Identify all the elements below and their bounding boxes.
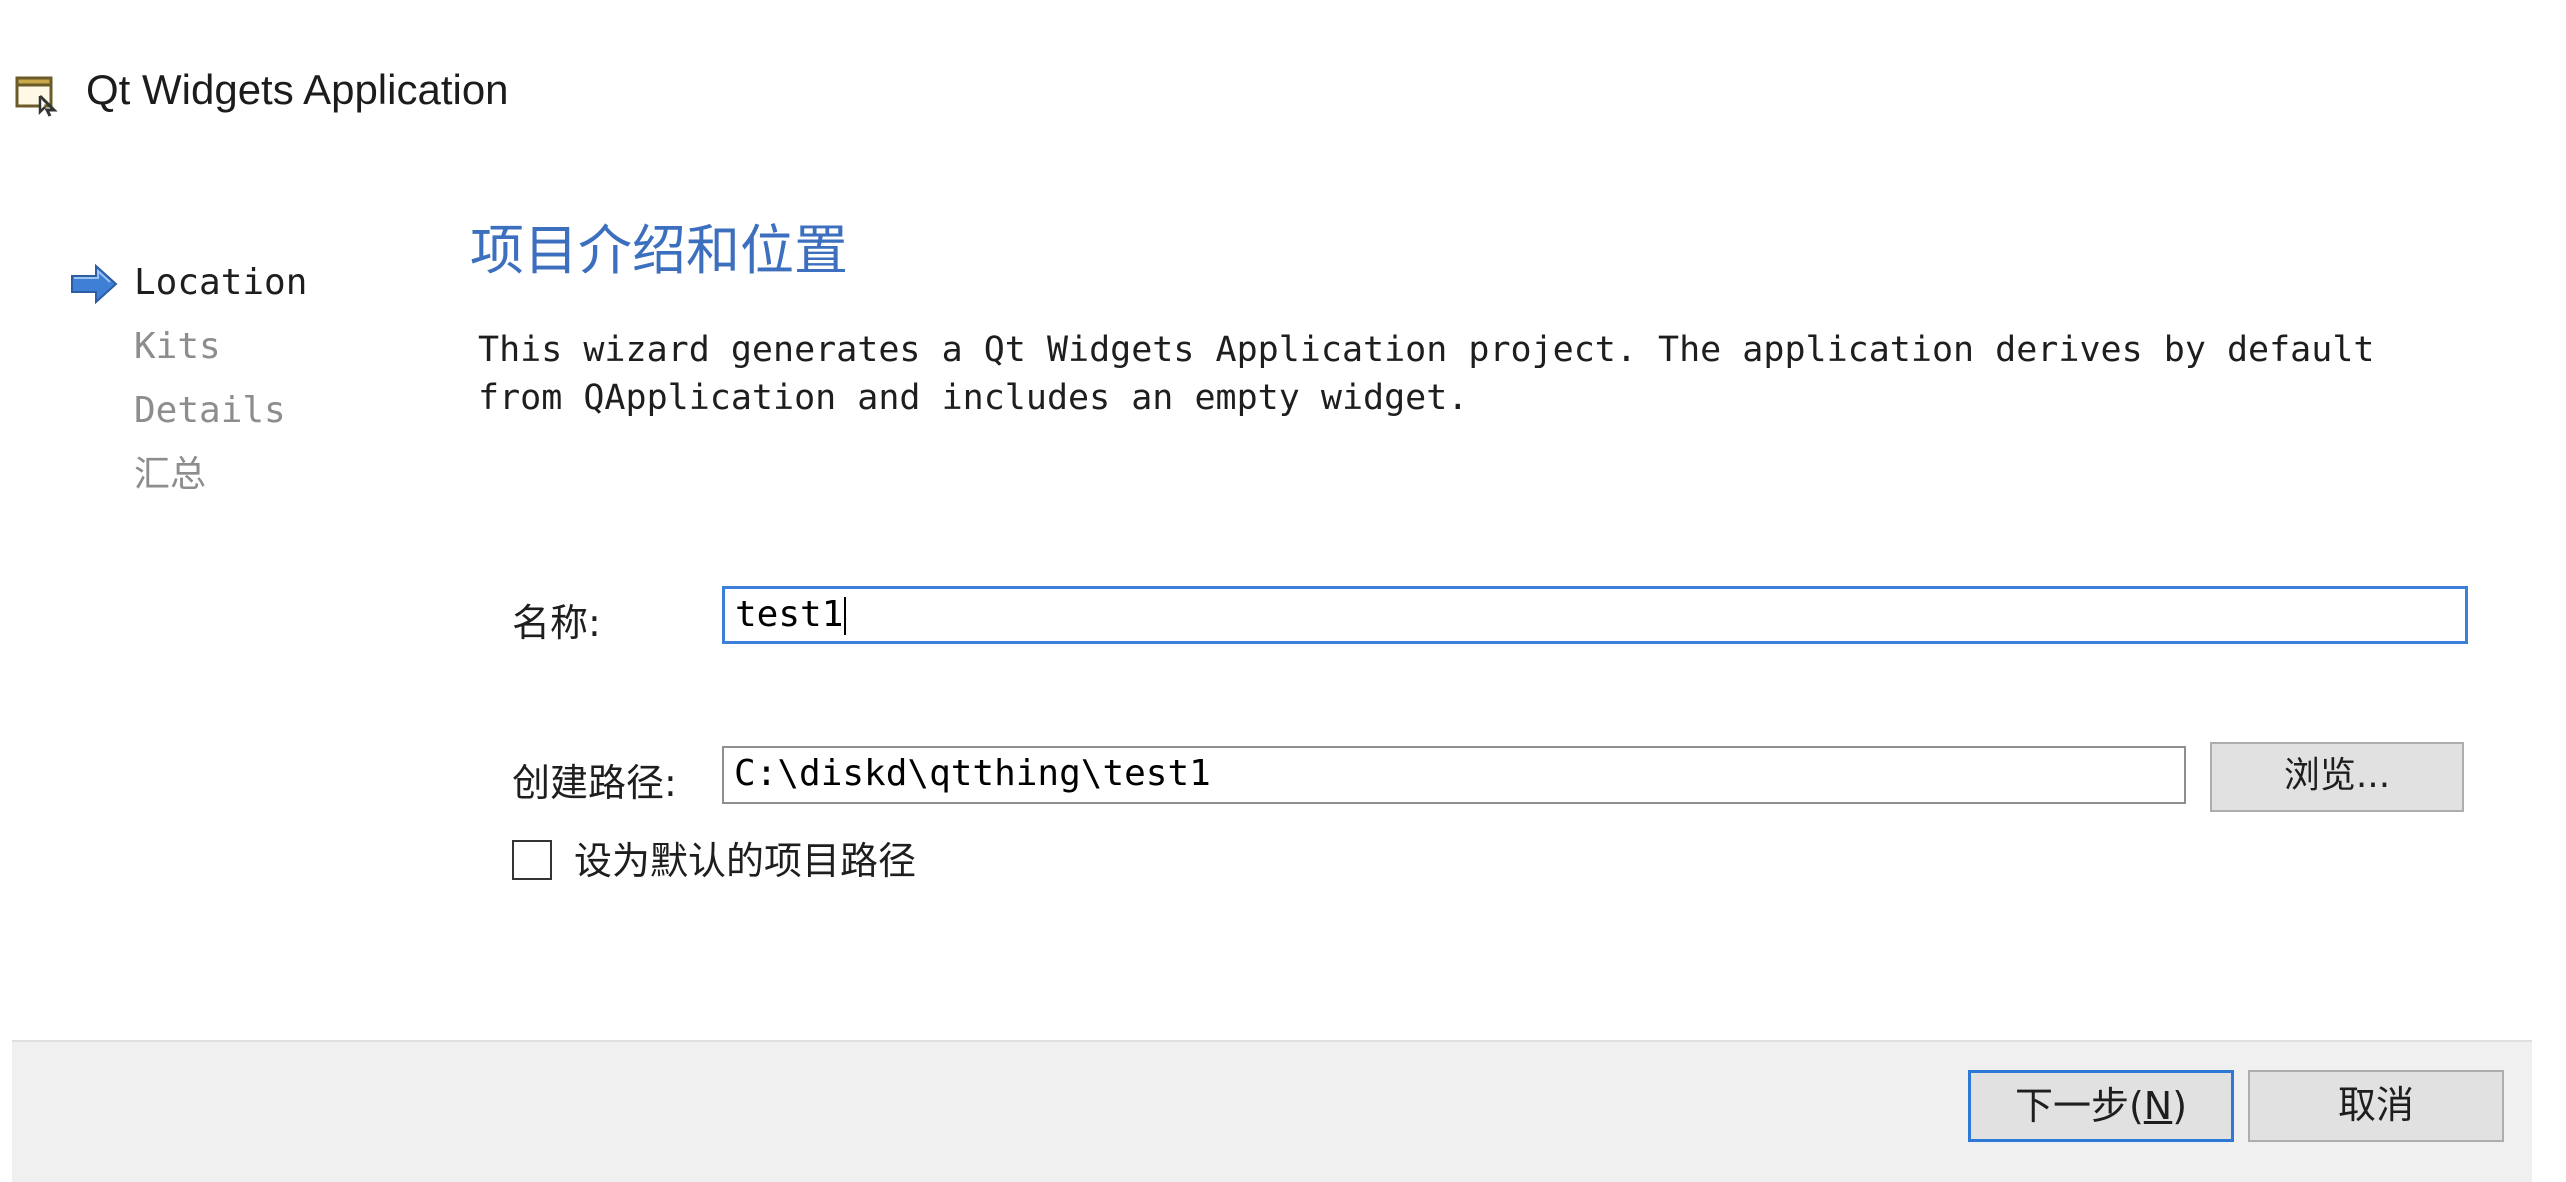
path-input[interactable]: C:\diskd\qtthing\test1 [722, 746, 2186, 804]
description-line: This wizard generates a Qt Widgets Appli… [478, 330, 2375, 370]
wizard-window: Qt Widgets Application Location Kits Det… [0, 0, 2566, 1182]
path-label: 创建路径: [512, 761, 677, 805]
arrow-right-icon [71, 264, 118, 304]
step-label: Kits [134, 326, 221, 367]
step-label: 汇总 [134, 454, 207, 495]
step-kits: Kits [70, 322, 450, 386]
default-path-label[interactable]: 设为默认的项目路径 [574, 836, 916, 886]
step-location: Location [70, 258, 450, 322]
window-title: Qt Widgets Application [86, 66, 509, 113]
wizard-step-list: Location Kits Details 汇总 [70, 258, 450, 514]
name-label: 名称: [512, 601, 601, 645]
text-caret [844, 597, 847, 635]
step-label: Details [134, 390, 286, 431]
path-input-value: C:\diskd\qtthing\test1 [734, 753, 1211, 794]
next-label-suffix: ) [2172, 1084, 2188, 1128]
next-label-prefix: 下一步( [2014, 1084, 2144, 1128]
step-summary: 汇总 [70, 450, 450, 514]
page-description: This wizard generates a Qt Widgets Appli… [478, 326, 2538, 422]
next-mnemonic: N [2143, 1084, 2173, 1128]
step-details: Details [70, 386, 450, 450]
button-bar: 下一步(N) 取消 [12, 1040, 2532, 1182]
next-button[interactable]: 下一步(N) [1968, 1070, 2234, 1142]
page-title: 项目介绍和位置 [470, 219, 848, 282]
step-label: Location [134, 262, 308, 303]
title-bar: Qt Widgets Application [0, 0, 2566, 190]
cancel-button[interactable]: 取消 [2248, 1070, 2504, 1142]
browse-button[interactable]: 浏览... [2210, 742, 2464, 812]
default-path-checkbox[interactable] [512, 840, 552, 880]
window-icon [15, 76, 58, 117]
name-input-value: test1 [735, 594, 844, 635]
name-input[interactable]: test1 [722, 586, 2468, 644]
description-line: from QApplication and includes an empty … [478, 378, 1469, 418]
